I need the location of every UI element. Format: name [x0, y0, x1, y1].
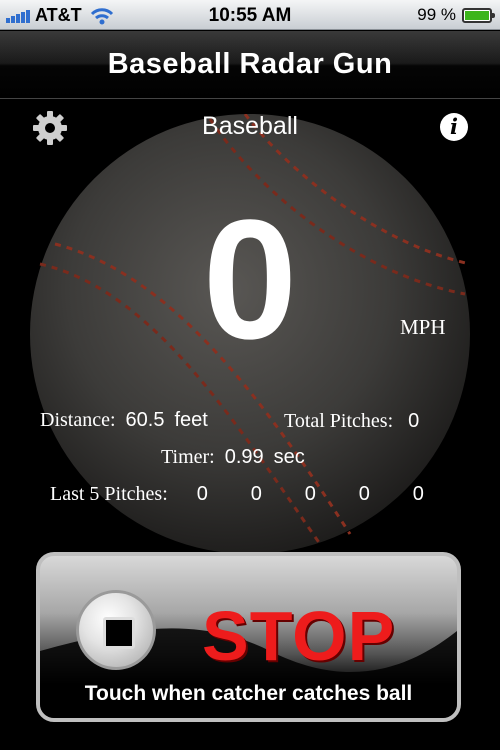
last-pitch-value: 0 [196, 483, 208, 505]
timer-label: Timer: [161, 446, 215, 468]
stop-icon [76, 590, 156, 670]
last-pitch-value: 0 [358, 483, 370, 505]
last-pitch-value: 0 [412, 483, 424, 505]
stop-button[interactable]: STOP Touch when catcher catches ball [36, 552, 461, 722]
last-pitch-value: 0 [250, 483, 262, 505]
distance-value: 60.5 [125, 409, 165, 431]
last-pitch-value: 0 [304, 483, 316, 505]
info-icon[interactable]: i [440, 113, 468, 141]
main-panel: Baseball i 0 MPH Distance: 60.5 feet Tot… [0, 100, 500, 750]
speed-unit: MPH [400, 315, 446, 339]
stop-label: STOP [202, 597, 396, 675]
timer-row: Timer: 0.99 sec [161, 446, 305, 469]
last-pitches-row: Last 5 Pitches: 0 0 0 0 0 [50, 483, 443, 506]
total-pitches-label: Total Pitches: [284, 410, 394, 432]
battery-percent: 99 % [417, 5, 456, 24]
timer-value: 0.99 [224, 446, 264, 468]
battery-fill [465, 10, 489, 20]
status-bar: AT&T 10:55 AM 99 % [0, 0, 500, 30]
status-right: 99 % [417, 5, 495, 25]
total-pitches-value: 0 [408, 410, 420, 432]
distance-row: Distance: 60.5 feet [40, 409, 208, 432]
total-pitches-row: Total Pitches: 0 [284, 410, 419, 433]
timer-unit: sec [273, 446, 305, 468]
last-pitches-label: Last 5 Pitches: [50, 483, 168, 505]
distance-unit: feet [174, 409, 208, 431]
battery-icon [462, 7, 495, 23]
title-bar: Baseball Radar Gun [0, 31, 500, 99]
page-title: Baseball Radar Gun [107, 48, 393, 80]
distance-label: Distance: [40, 409, 116, 431]
sport-label[interactable]: Baseball [0, 112, 500, 141]
stop-hint: Touch when catcher catches ball [84, 682, 413, 705]
